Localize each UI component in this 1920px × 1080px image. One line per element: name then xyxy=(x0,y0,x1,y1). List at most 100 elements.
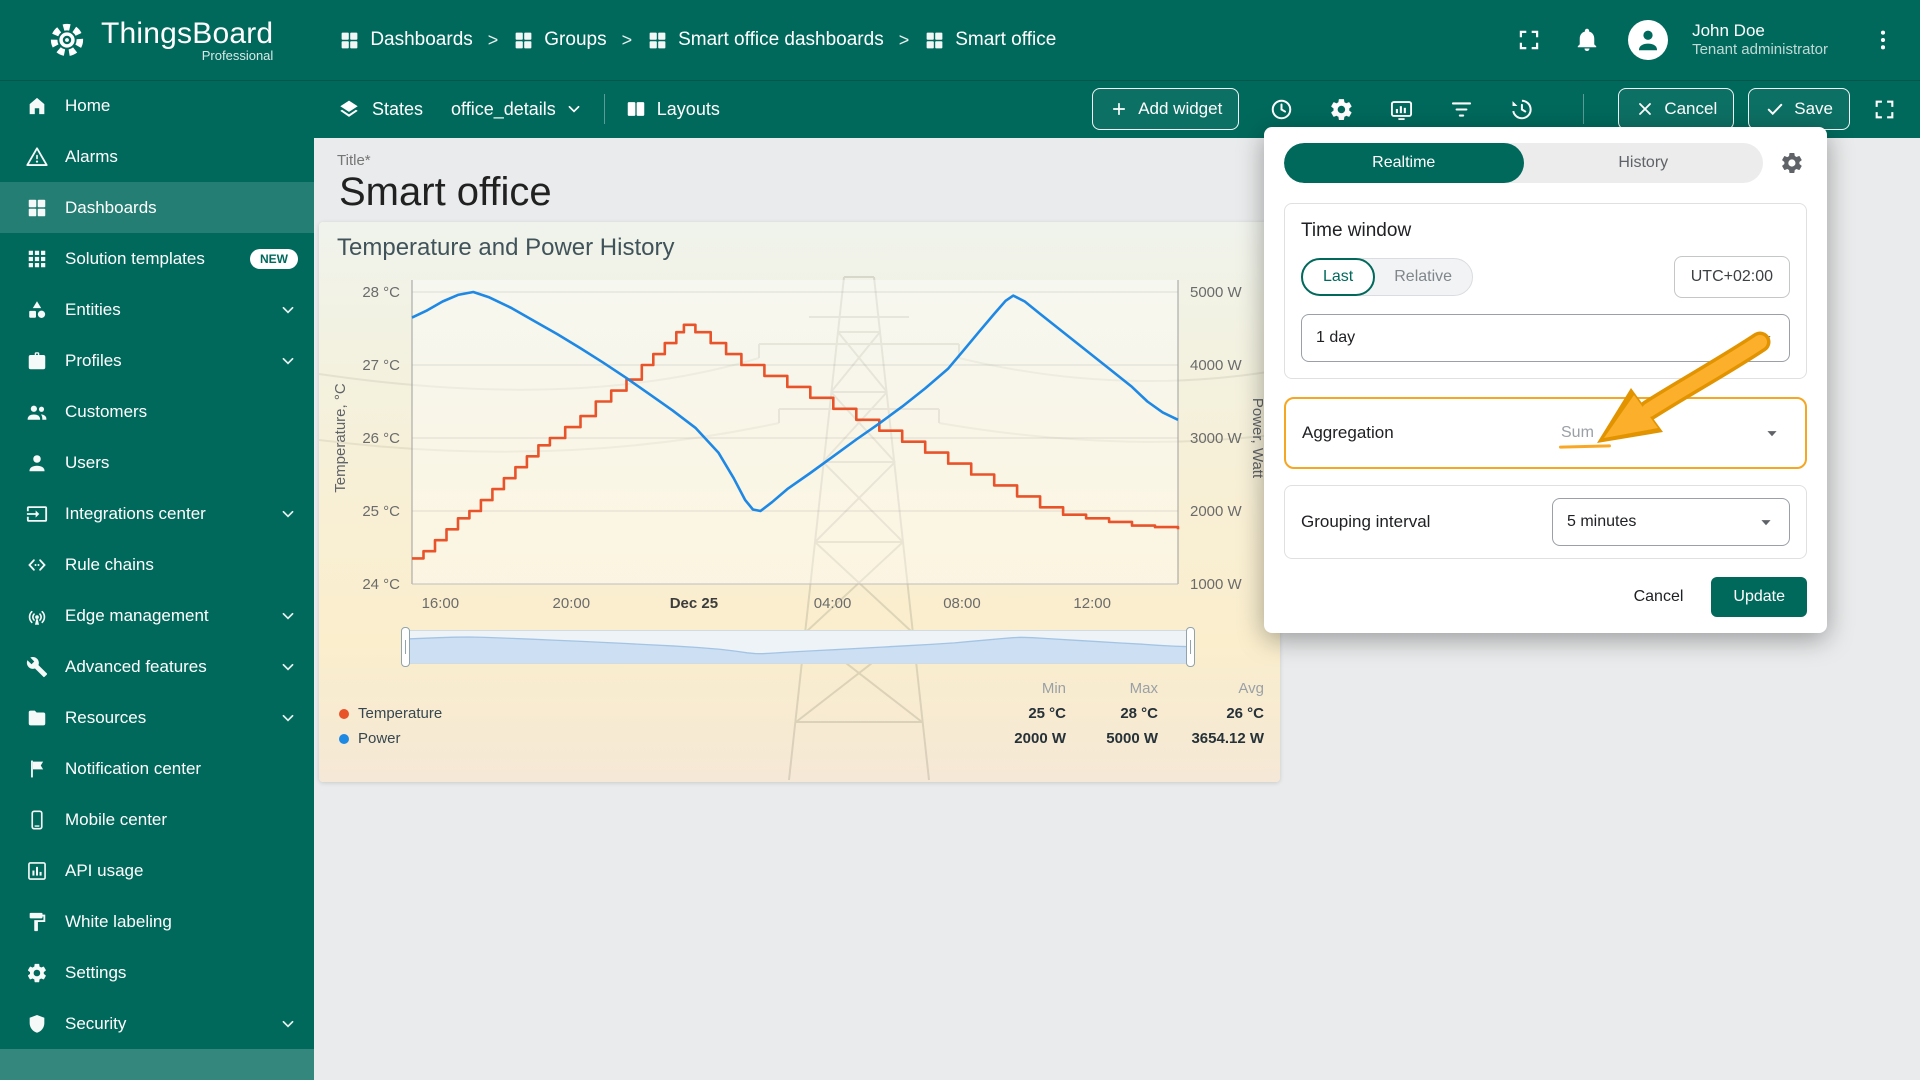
notifications-icon[interactable] xyxy=(1570,23,1604,57)
sidebar-item-users[interactable]: Users xyxy=(0,437,314,488)
popup-cancel-button[interactable]: Cancel xyxy=(1634,588,1684,606)
toggle-relative[interactable]: Relative xyxy=(1374,258,1472,296)
sidebar-item-api-usage[interactable]: API usage xyxy=(0,845,314,896)
add-widget-button[interactable]: Add widget xyxy=(1092,88,1240,130)
dashboard-settings-icon[interactable] xyxy=(1321,89,1361,129)
power-avg: 3654.12 W xyxy=(1191,730,1264,747)
sidebar-item-white-labeling[interactable]: White labeling xyxy=(0,896,314,947)
entity-aliases-icon[interactable] xyxy=(1381,89,1421,129)
range-handle-left[interactable] xyxy=(401,627,410,667)
svg-text:28 °C: 28 °C xyxy=(362,284,400,301)
svg-text:08:00: 08:00 xyxy=(943,595,981,612)
sidebar-item-label: Mobile center xyxy=(65,809,168,829)
sidebar-item-label: Home xyxy=(65,95,111,115)
layouts-button[interactable]: Layouts xyxy=(625,98,720,120)
dashboard-title-label: Title* xyxy=(337,152,371,169)
dashboard-title-input[interactable]: Smart office xyxy=(339,170,552,215)
legend-series-power[interactable]: Power xyxy=(339,730,974,747)
timezone-button[interactable]: UTC+02:00 xyxy=(1673,256,1790,298)
svg-text:Temperature, °C: Temperature, °C xyxy=(332,383,349,493)
sidebar-item-settings[interactable]: Settings xyxy=(0,947,314,998)
toolbar-fullscreen-icon[interactable] xyxy=(1864,89,1904,129)
aggregation-select[interactable]: Sum xyxy=(1551,411,1789,455)
grid-icon xyxy=(647,30,668,51)
timeline-range-selector[interactable] xyxy=(401,627,1195,667)
app-name: ThingsBoard xyxy=(101,16,274,50)
close-icon xyxy=(1635,99,1655,119)
profiles-icon xyxy=(26,350,48,372)
cancel-button[interactable]: Cancel xyxy=(1618,88,1735,130)
sidebar-item-alarms[interactable]: Alarms xyxy=(0,131,314,182)
sidebar-item-profiles[interactable]: Profiles xyxy=(0,335,314,386)
user-menu[interactable]: John Doe Tenant administrator xyxy=(1692,20,1828,60)
filters-icon[interactable] xyxy=(1441,89,1481,129)
rule-chains-icon xyxy=(26,554,48,576)
svg-text:27 °C: 27 °C xyxy=(362,357,400,374)
svg-text:4000 W: 4000 W xyxy=(1190,357,1243,374)
states-control[interactable]: States office_details xyxy=(338,98,584,120)
time-window-icon[interactable] xyxy=(1261,89,1301,129)
sidebar-item-edge-management[interactable]: Edge management xyxy=(0,590,314,641)
sidebar: Home Alarms Dashboards Solution templates NE… xyxy=(0,80,314,1080)
toggle-last[interactable]: Last xyxy=(1301,258,1376,296)
sidebar-item-entities[interactable]: Entities xyxy=(0,284,314,335)
legend-header-max: Max xyxy=(1129,680,1158,697)
timewindow-settings-icon[interactable] xyxy=(1777,148,1807,178)
svg-text:3000 W: 3000 W xyxy=(1190,430,1243,447)
sidebar-item-advanced-features[interactable]: Advanced features xyxy=(0,641,314,692)
sidebar-menu: Home Alarms Dashboards Solution templates NE… xyxy=(0,80,314,1049)
menu-kebab-icon[interactable] xyxy=(1866,23,1900,57)
sidebar-item-resources[interactable]: Resources xyxy=(0,692,314,743)
states-label: States xyxy=(372,98,424,119)
sidebar-item-integrations-center[interactable]: Integrations center xyxy=(0,488,314,539)
svg-text:25 °C: 25 °C xyxy=(362,503,400,520)
plus-icon xyxy=(1109,99,1129,119)
legend-series-temperature[interactable]: Temperature xyxy=(339,705,974,722)
save-button[interactable]: Save xyxy=(1748,88,1850,130)
tab-realtime[interactable]: Realtime xyxy=(1284,143,1524,183)
temperature-min: 25 °C xyxy=(1028,705,1066,722)
sidebar-item-customers[interactable]: Customers xyxy=(0,386,314,437)
aggregation-row: Aggregation Sum xyxy=(1284,397,1807,469)
temperature-avg: 26 °C xyxy=(1226,705,1264,722)
chevron-down-icon xyxy=(278,1014,298,1034)
breadcrumb-item[interactable]: Smart office xyxy=(924,29,1056,51)
toolbar-actions: Add widget Cancel Save xyxy=(1092,88,1904,130)
interval-value: 1 day xyxy=(1316,329,1356,346)
sidebar-item-mobile-center[interactable]: Mobile center xyxy=(0,794,314,845)
breadcrumb-item[interactable]: Groups xyxy=(513,29,607,51)
sidebar-item-dashboards[interactable]: Dashboards xyxy=(0,182,314,233)
breadcrumb-item[interactable]: Dashboards xyxy=(339,29,473,51)
avatar[interactable] xyxy=(1628,20,1669,60)
sidebar-item-label: Solution templates xyxy=(65,248,205,268)
svg-text:24 °C: 24 °C xyxy=(362,576,400,593)
grouping-interval-select[interactable]: 5 minutes xyxy=(1552,498,1790,546)
state-select[interactable]: office_details xyxy=(451,99,584,120)
power-max: 5000 W xyxy=(1106,730,1158,747)
logo[interactable]: ThingsBoard Professional xyxy=(44,17,273,63)
fullscreen-icon[interactable] xyxy=(1512,23,1546,57)
tab-history[interactable]: History xyxy=(1524,143,1764,183)
sidebar-item-home[interactable]: Home xyxy=(0,80,314,131)
version-control-icon[interactable] xyxy=(1501,89,1541,129)
timeline-track[interactable] xyxy=(406,630,1190,664)
chart-widget[interactable]: Temperature and Power History 24 °C 25 °C… xyxy=(319,222,1280,782)
mobile-center-icon xyxy=(26,809,48,831)
sidebar-item-rule-chains[interactable]: Rule chains xyxy=(0,539,314,590)
api-usage-icon xyxy=(26,860,48,882)
toolbar-divider xyxy=(1583,94,1585,124)
user-role: Tenant administrator xyxy=(1692,41,1828,59)
breadcrumb-item[interactable]: Smart office dashboards xyxy=(647,29,884,51)
chart-svg: 24 °C 25 °C 26 °C 27 °C 28 °C 1000 W 2000 W 300… xyxy=(332,280,1266,612)
grouping-interval-label: Grouping interval xyxy=(1301,512,1431,531)
sidebar-item-solution-templates[interactable]: Solution templates NEW xyxy=(0,233,314,284)
sidebar-item-notification-center[interactable]: Notification center xyxy=(0,743,314,794)
popup-update-button[interactable]: Update xyxy=(1711,577,1807,617)
person-icon xyxy=(1633,25,1663,55)
range-handle-right[interactable] xyxy=(1186,627,1195,667)
interval-select[interactable]: 1 day xyxy=(1301,314,1790,362)
chevron-down-icon xyxy=(278,300,298,320)
sidebar-item-label: Security xyxy=(65,1013,127,1033)
sidebar-item-security[interactable]: Security xyxy=(0,998,314,1049)
breadcrumb-separator: > xyxy=(487,29,499,50)
